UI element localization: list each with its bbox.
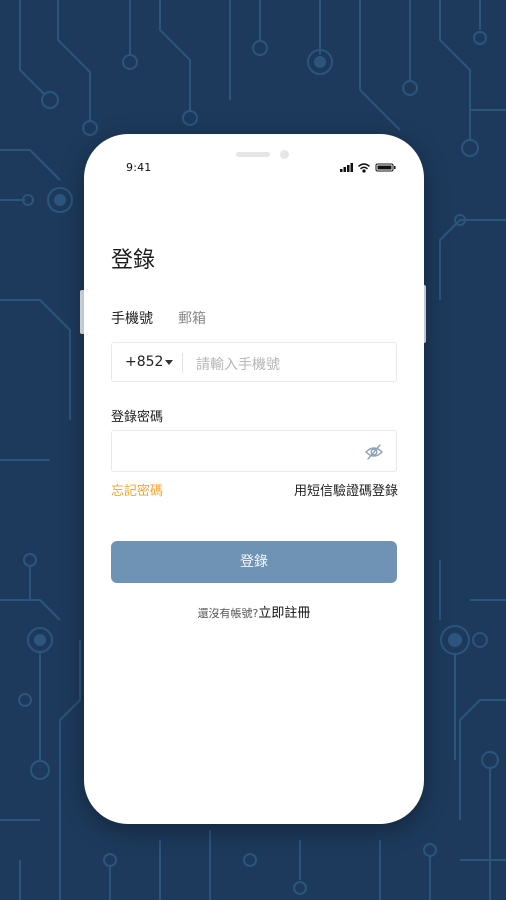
field-divider — [182, 353, 183, 373]
page-title: 登錄 — [111, 248, 156, 273]
register-row: 還沒有帳號?立即註冊 — [84, 602, 424, 621]
country-code-select[interactable]: +852 — [125, 354, 163, 370]
signal-icon — [340, 163, 353, 172]
dropdown-caret-icon[interactable] — [165, 360, 173, 365]
wifi-icon — [358, 163, 370, 173]
status-bar: 9:41 — [84, 134, 424, 178]
phone-number-field[interactable]: +852 請輸入手機號 — [111, 342, 397, 382]
phone-frame: 9:41 登錄 手機號 郵箱 +852 請輸入手機號 登錄密碼 忘記密碼 用短信… — [84, 134, 424, 824]
login-button[interactable]: 登錄 — [111, 541, 397, 583]
status-icons — [340, 163, 396, 173]
tab-email[interactable]: 郵箱 — [178, 308, 206, 328]
password-label: 登錄密碼 — [111, 410, 164, 425]
front-camera — [280, 150, 289, 159]
status-time: 9:41 — [126, 161, 152, 174]
no-account-text: 還沒有帳號? — [197, 607, 259, 620]
battery-icon — [375, 163, 396, 172]
speaker-grille — [236, 152, 270, 157]
tab-phone[interactable]: 手機號 — [111, 308, 153, 328]
forgot-password-link[interactable]: 忘記密碼 — [111, 480, 163, 499]
register-link[interactable]: 立即註冊 — [258, 606, 310, 621]
eye-hidden-icon[interactable] — [364, 442, 384, 462]
sms-login-link[interactable]: 用短信驗證碼登錄 — [294, 480, 398, 499]
phone-number-placeholder[interactable]: 請輸入手機號 — [196, 354, 280, 374]
password-field[interactable] — [111, 430, 397, 472]
